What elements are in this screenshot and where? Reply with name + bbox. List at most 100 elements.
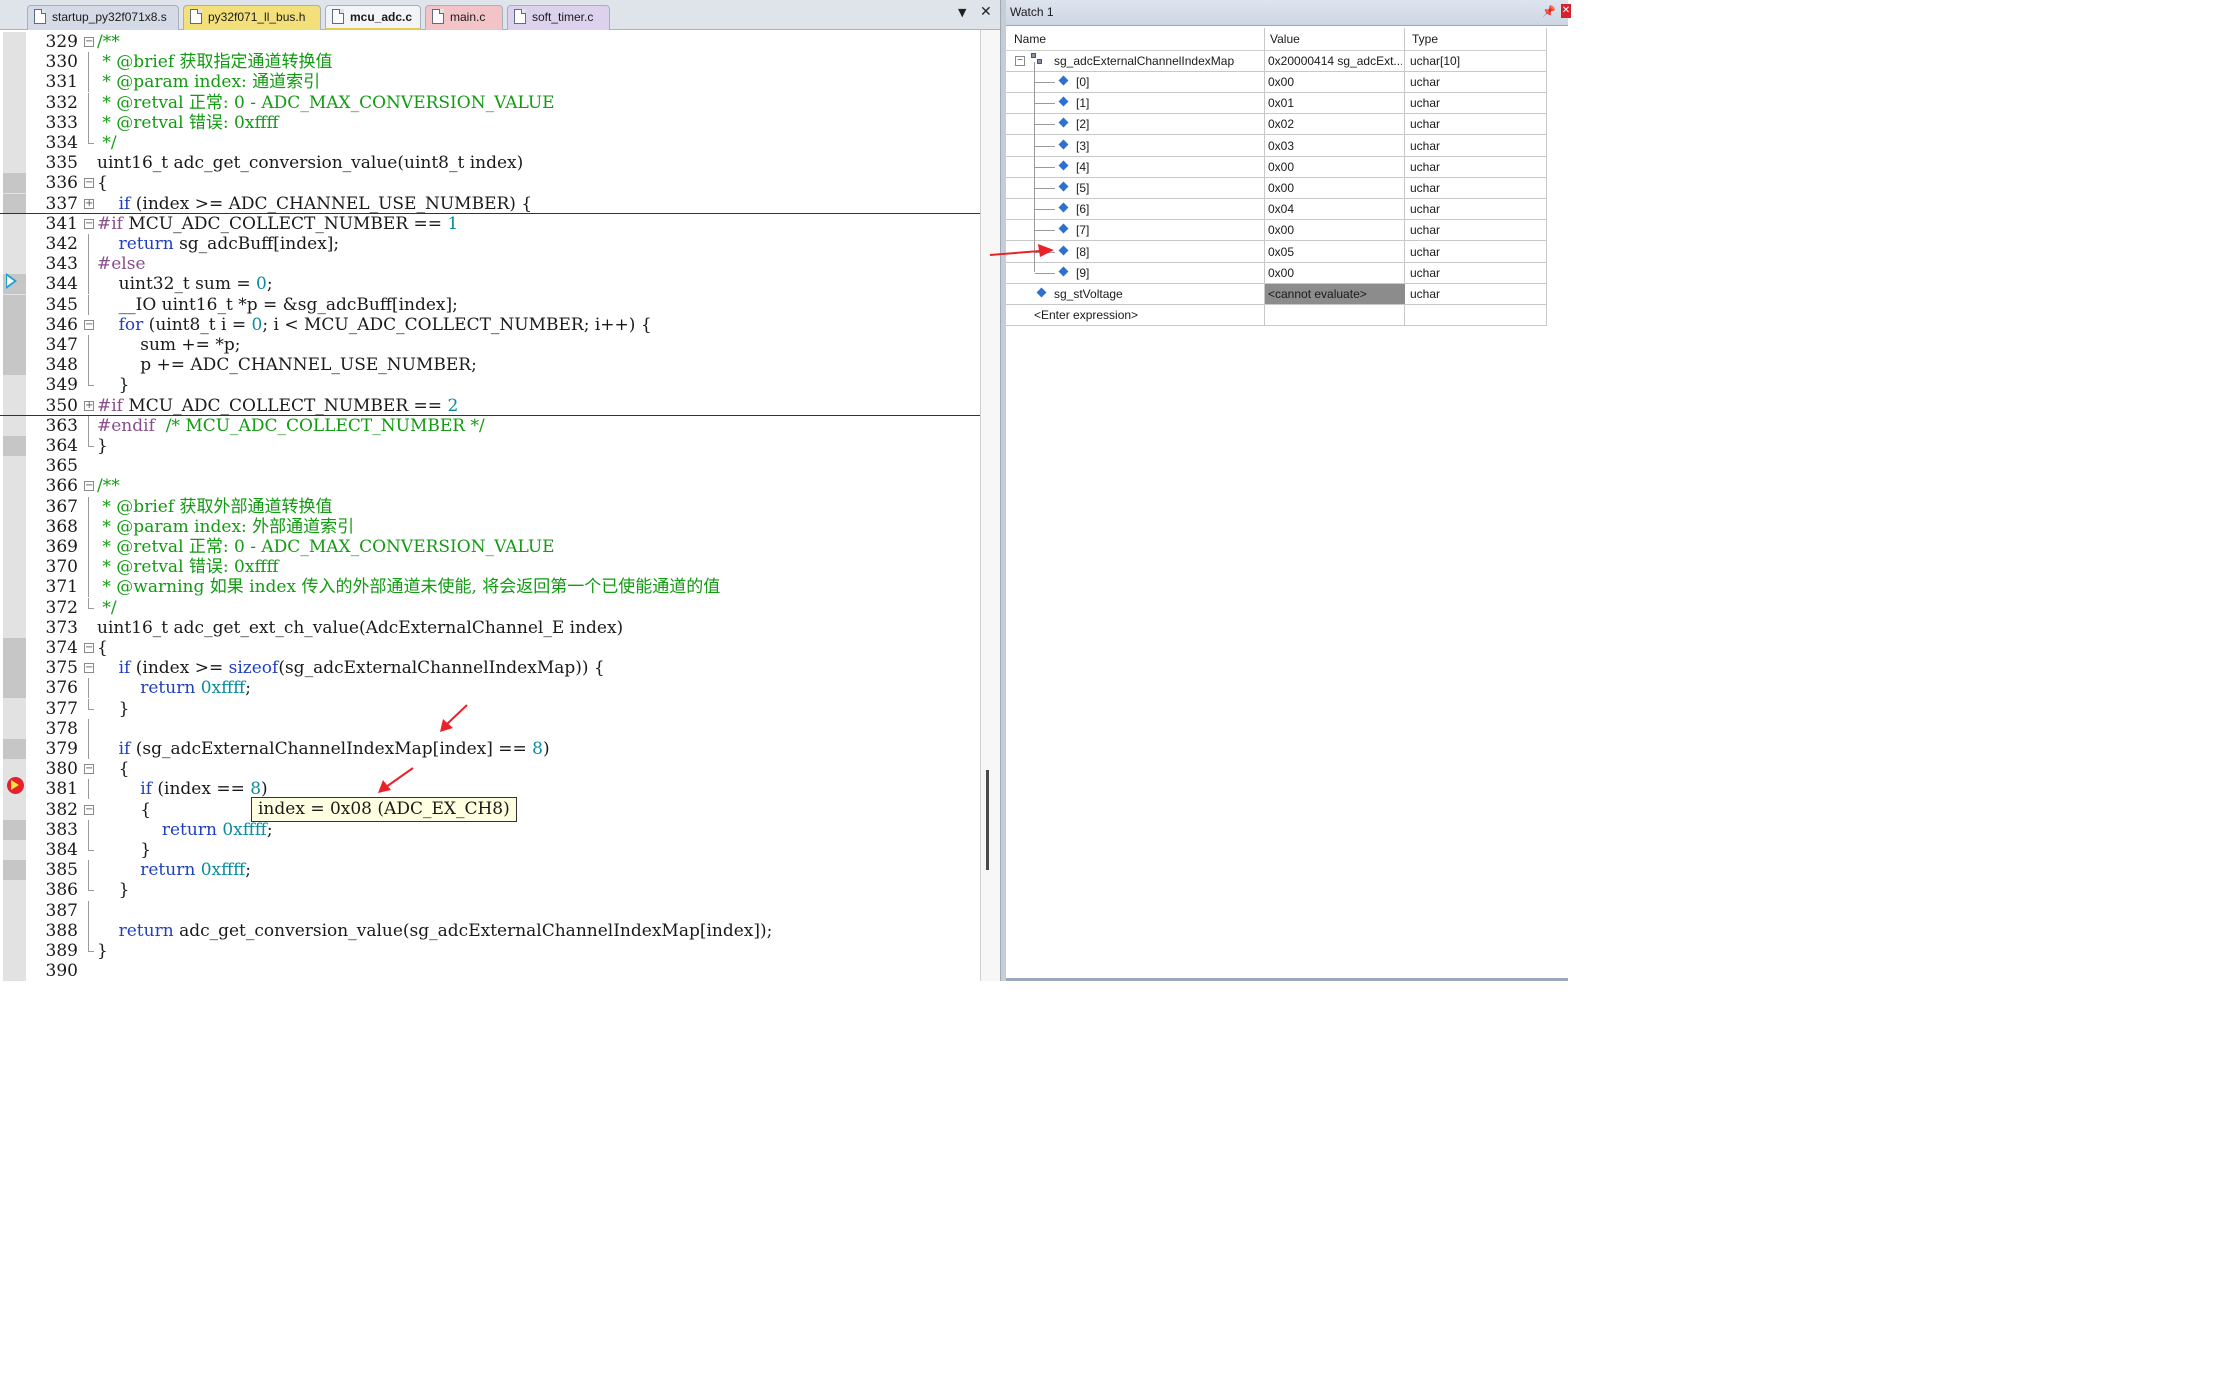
code-line[interactable]: 350 + #if MCU_ADC_COLLECT_NUMBER == 2	[0, 396, 980, 416]
code-line[interactable]: 375− if (index >= sizeof(sg_adcExternalC…	[0, 658, 980, 678]
code-line[interactable]: 387	[0, 901, 980, 921]
code-line[interactable]: 329−/**	[0, 32, 980, 52]
code-line[interactable]: 345 __IO uint16_t *p = &sg_adcBuff[index…	[0, 295, 980, 315]
code-line[interactable]: 374−{	[0, 638, 980, 658]
tab-list-dropdown-icon[interactable]: ▼	[958, 6, 966, 19]
code-line[interactable]: 373 uint16_t adc_get_ext_ch_value(AdcExte…	[0, 618, 980, 638]
tab-py32f071-ll-bus-h[interactable]: py32f071_ll_bus.h	[183, 5, 321, 30]
code-line[interactable]: 380− {	[0, 759, 980, 779]
code-line[interactable]: 369 * @retval 正常: 0 - ADC_MAX_CONVERSION…	[0, 537, 980, 557]
watch-row-element[interactable]: [7] 0x00 uchar	[1006, 220, 1547, 242]
close-tab-icon[interactable]: ✕	[980, 4, 992, 20]
watch-row-element[interactable]: [1] 0x01 uchar	[1006, 93, 1547, 115]
fold-collapse-icon[interactable]: −	[84, 643, 94, 653]
tab-main-c[interactable]: main.c	[425, 5, 503, 30]
code-line[interactable]: 333 * @retval 错误: 0xffff	[0, 113, 980, 133]
code-line[interactable]: 341− #if MCU_ADC_COLLECT_NUMBER == 1	[0, 214, 980, 234]
fold-collapse-icon[interactable]: −	[84, 37, 94, 47]
watch-row-element[interactable]: [9] 0x00 uchar	[1006, 263, 1547, 284]
code-line[interactable]: 389}	[0, 941, 980, 961]
fold-collapse-icon[interactable]: −	[84, 663, 94, 673]
code-line[interactable]: 364}	[0, 436, 980, 456]
watch-value[interactable]: 0x00	[1268, 160, 1402, 174]
code-line[interactable]: 349 }	[0, 375, 980, 395]
fold-collapse-icon[interactable]: −	[84, 219, 94, 229]
watch-row-element[interactable]: [5] 0x00 uchar	[1006, 178, 1547, 199]
watch-row-voltage[interactable]: sg_stVoltage <cannot evaluate> uchar	[1006, 284, 1547, 305]
fold-collapse-icon[interactable]: −	[84, 764, 94, 774]
tab-mcu-adc-c[interactable]: mcu_adc.c	[325, 5, 421, 30]
code-line[interactable]: 365	[0, 456, 980, 476]
watch-value[interactable]: 0x00	[1268, 75, 1402, 89]
code-line[interactable]: 386 }	[0, 880, 980, 900]
code-line[interactable]: 367 * @brief 获取外部通道转换值	[0, 497, 980, 517]
code-line[interactable]: 330 * @brief 获取指定通道转换值	[0, 52, 980, 72]
code-line[interactable]: 366−/**	[0, 476, 980, 496]
watch-value[interactable]: 0x03	[1268, 139, 1402, 153]
column-header-value[interactable]: Value	[1270, 32, 1300, 46]
watch-row-parent[interactable]: − sg_adcExternalChannelIndexMap 0x200004…	[1006, 51, 1547, 72]
code-line[interactable]: 347 sum += *p;	[0, 335, 980, 355]
enter-expression-field[interactable]: <Enter expression>	[1034, 308, 1138, 322]
code-line[interactable]: 377 }	[0, 699, 980, 719]
watch-value[interactable]: <cannot evaluate>	[1268, 287, 1402, 301]
fold-collapse-icon[interactable]: −	[84, 178, 94, 188]
fold-expand-icon[interactable]: +	[84, 401, 94, 411]
watch-row-element[interactable]: [3] 0x03 uchar	[1006, 136, 1547, 157]
code-line[interactable]: 363 #endif /* MCU_ADC_COLLECT_NUMBER */	[0, 416, 980, 436]
code-line[interactable]: 335 uint16_t adc_get_conversion_value(uin…	[0, 153, 980, 173]
watch-value[interactable]: 0x00	[1268, 223, 1402, 237]
tab-startup-py32f071x8-s[interactable]: startup_py32f071x8.s	[27, 5, 179, 30]
code-line[interactable]: 381 if (index == 8)	[0, 779, 980, 799]
editor-scrollbar-thumb[interactable]	[986, 770, 989, 870]
code-area[interactable]: 329−/** 330 * @brief 获取指定通道转换值 331 * @para…	[0, 32, 980, 981]
editor-vertical-scrollbar[interactable]	[980, 30, 1000, 981]
code-line[interactable]: 346− for (uint8_t i = 0; i < MCU_ADC_COL…	[0, 315, 980, 335]
code-line[interactable]: 390	[0, 961, 980, 981]
fold-collapse-icon[interactable]: −	[84, 320, 94, 330]
code-line[interactable]: 334 */	[0, 133, 980, 153]
code-line[interactable]: 388 return adc_get_conversion_value(sg_a…	[0, 921, 980, 941]
watch-row-element[interactable]: [2] 0x02 uchar	[1006, 114, 1547, 136]
watch-row-element[interactable]: [0] 0x00 uchar	[1006, 72, 1547, 93]
watch-row-enter-expression[interactable]: <Enter expression>	[1006, 305, 1547, 326]
watch-value[interactable]: 0x05	[1268, 245, 1402, 259]
code-line[interactable]: 331 * @param index: 通道索引	[0, 72, 980, 92]
fold-collapse-icon[interactable]: −	[84, 481, 94, 491]
close-watch-icon[interactable]: ✕	[1561, 4, 1571, 18]
fold-collapse-icon[interactable]: −	[84, 805, 94, 815]
watch-value[interactable]: 0x00	[1268, 266, 1402, 280]
code-line[interactable]: 336−{	[0, 173, 980, 193]
code-line[interactable]: 370 * @retval 错误: 0xffff	[0, 557, 980, 577]
code-line[interactable]: 337 + if (index >= ADC_CHANNEL_USE_NUMBER…	[0, 194, 980, 214]
column-header-type[interactable]: Type	[1412, 32, 1438, 46]
code-line[interactable]: 384 }	[0, 840, 980, 860]
code-line[interactable]: 378	[0, 719, 980, 739]
watch-value[interactable]: 0x04	[1268, 202, 1402, 216]
code-line[interactable]: 368 * @param index: 外部通道索引	[0, 517, 980, 537]
watch-value[interactable]: 0x02	[1268, 117, 1402, 131]
code-line[interactable]: 332 * @retval 正常: 0 - ADC_MAX_CONVERSION…	[0, 93, 980, 113]
watch-value[interactable]: 0x20000414 sg_adcExt...	[1268, 54, 1402, 68]
code-line[interactable]: 348 p += ADC_CHANNEL_USE_NUMBER;	[0, 355, 980, 375]
code-line[interactable]: 371 * @warning 如果 index 传入的外部通道未使能, 将会返回…	[0, 577, 980, 597]
code-editor[interactable]: startup_py32f071x8.s py32f071_ll_bus.h mcu…	[0, 0, 1000, 981]
watch-row-element[interactable]: [6] 0x04 uchar	[1006, 199, 1547, 221]
pin-icon[interactable]: 📌	[1542, 5, 1556, 18]
tab-soft-timer-c[interactable]: soft_timer.c	[507, 5, 610, 30]
watch-row-element[interactable]: [4] 0x00 uchar	[1006, 157, 1547, 178]
watch-value[interactable]: 0x00	[1268, 181, 1402, 195]
code-line[interactable]: 379 if (sg_adcExternalChannelIndexMap[in…	[0, 739, 980, 759]
collapse-icon[interactable]: −	[1015, 56, 1025, 66]
watch-value[interactable]: 0x01	[1268, 96, 1402, 110]
breakpoint-current-icon[interactable]	[7, 777, 24, 794]
watch-row-element[interactable]: [8] 0x05 uchar	[1006, 242, 1547, 263]
column-header-name[interactable]: Name	[1014, 32, 1046, 46]
code-line[interactable]: 376 return 0xffff;	[0, 678, 980, 698]
code-line[interactable]: 344 uint32_t sum = 0;	[0, 274, 980, 294]
code-line[interactable]: 385 return 0xffff;	[0, 860, 980, 880]
fold-expand-icon[interactable]: +	[84, 199, 94, 209]
code-line[interactable]: 383 return 0xffff;	[0, 820, 980, 840]
code-line[interactable]: 372 */	[0, 598, 980, 618]
code-line[interactable]: 343 #else	[0, 254, 980, 274]
